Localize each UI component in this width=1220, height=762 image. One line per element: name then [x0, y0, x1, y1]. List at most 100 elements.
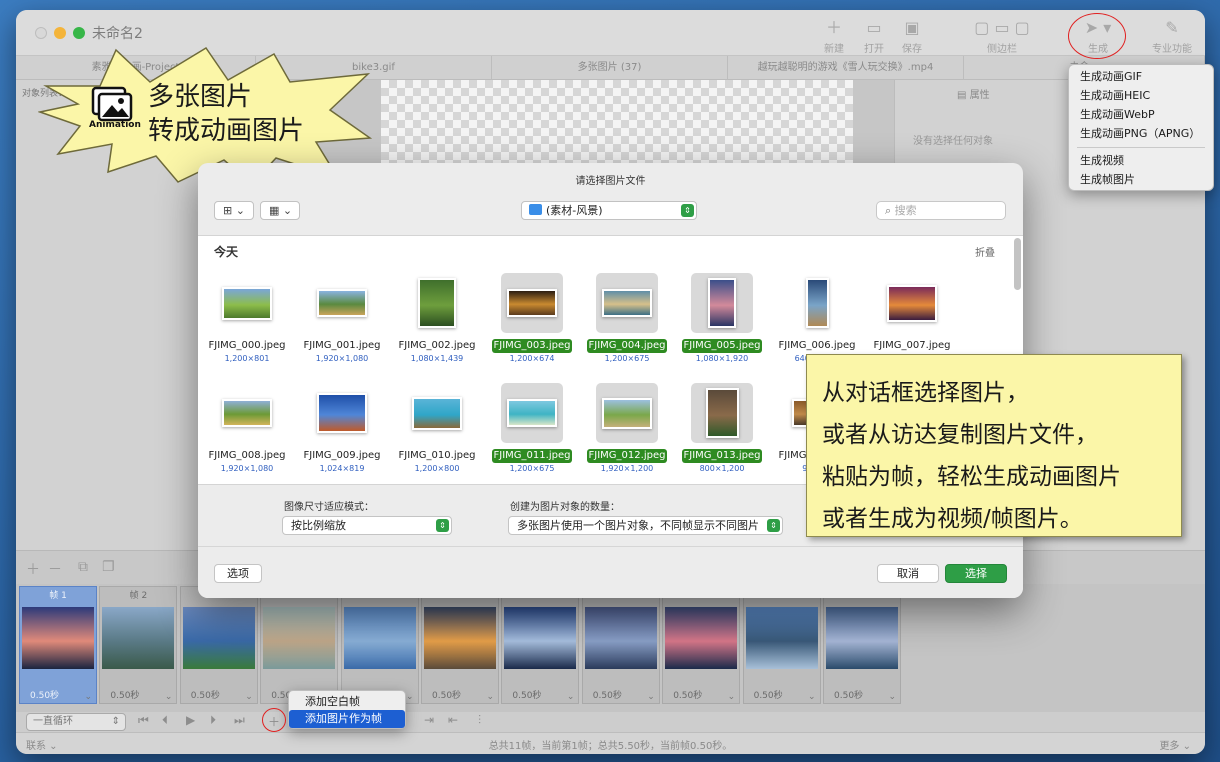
frame-strip: 帧 1 0.50秒 ⌄ 帧 2 0.50秒 ⌄ 0.50秒 ⌄ 0.50秒 ⌄ 0.50秒 ⌄ 0.50…: [16, 584, 1205, 712]
menu-item-gif[interactable]: 生成动画GIF: [1069, 68, 1213, 86]
open-button[interactable]: ▭ 打开: [859, 18, 889, 55]
frame-label: 帧 1: [49, 591, 67, 601]
object-count-select[interactable]: 多张图片使用一个图片对象，不同帧显示不同图片 ⇕: [508, 516, 783, 535]
file-item[interactable]: FJIMG_009.jpeg 1,024×819: [296, 383, 388, 474]
file-dimensions: 1,920×1,080: [220, 464, 274, 473]
updown-icon: ⇕: [436, 519, 449, 532]
tab-multi-images[interactable]: 多张图片 (37): [492, 56, 728, 80]
file-dimensions: 800×1,200: [699, 464, 745, 473]
no-selection-text: 没有选择任何对象: [913, 136, 993, 147]
menu-item-frames[interactable]: 生成帧图片: [1069, 171, 1213, 189]
loop-select[interactable]: 一直循环 ⇕: [26, 713, 126, 731]
menu-item-webp[interactable]: 生成动画WebP: [1069, 106, 1213, 124]
minimize-button[interactable]: [54, 27, 66, 39]
duplicate-icon[interactable]: ⧉: [78, 559, 88, 575]
chevron-down-icon[interactable]: ⌄: [808, 692, 816, 702]
menu-item-video[interactable]: 生成视频: [1069, 152, 1213, 170]
cancel-button[interactable]: 取消: [877, 564, 939, 583]
section-today: 今天: [214, 245, 239, 259]
zoom-button[interactable]: [73, 27, 85, 39]
chevron-down-icon[interactable]: ⌄: [245, 692, 253, 702]
frame-item[interactable]: 0.50秒⌄: [501, 586, 580, 704]
file-item[interactable]: FJIMG_010.jpeg 1,200×800: [391, 383, 483, 474]
tab-game-video[interactable]: 越玩越聪明的游戏《雪人玩交换》.mp4: [728, 56, 964, 80]
close-button[interactable]: [35, 27, 47, 39]
file-thumbnail-box: [691, 273, 753, 333]
collapse-link[interactable]: 折叠: [975, 244, 995, 259]
path-select[interactable]: (素材-风景) ⇕: [521, 201, 697, 220]
chevron-down-icon[interactable]: ⌄: [486, 692, 494, 702]
new-button[interactable]: ＋ 新建: [819, 18, 849, 55]
file-item[interactable]: FJIMG_004.jpeg 1,200×675: [581, 273, 673, 364]
file-dimensions: 1,024×819: [319, 464, 365, 473]
more-menu[interactable]: 更多 ⌄: [1159, 737, 1191, 752]
file-item[interactable]: FJIMG_012.jpeg 1,920×1,200: [581, 383, 673, 474]
menu-item-heic[interactable]: 生成动画HEIC: [1069, 87, 1213, 105]
file-item[interactable]: FJIMG_002.jpeg 1,080×1,439: [391, 273, 483, 364]
file-item[interactable]: FJIMG_005.jpeg 1,080×1,920: [676, 273, 768, 364]
frame-item[interactable]: 0.50秒⌄: [421, 586, 499, 704]
view-icons-button[interactable]: ⊞ ⌄: [214, 201, 254, 220]
chevron-down-icon[interactable]: ⌄: [888, 692, 896, 702]
file-item[interactable]: FJIMG_013.jpeg 800×1,200: [676, 383, 768, 474]
file-thumbnail: [317, 289, 367, 317]
prev-frame-icon[interactable]: ⏴: [162, 713, 168, 728]
group-button[interactable]: ▦ ⌄: [260, 201, 300, 220]
add-frame-icon[interactable]: ＋: [26, 559, 40, 579]
chevron-down-icon[interactable]: ⌄: [406, 692, 414, 702]
frame-item[interactable]: 0.50秒⌄: [823, 586, 901, 704]
file-name: FJIMG_006.jpeg: [778, 340, 856, 351]
file-name: FJIMG_003.jpeg: [491, 339, 573, 353]
chevron-down-icon[interactable]: ⌄: [567, 692, 575, 702]
file-name: FJIMG_013.jpeg: [681, 449, 763, 463]
frame-item[interactable]: 帧 1 0.50秒 ⌄: [19, 586, 97, 704]
chevron-down-icon[interactable]: ⌄: [165, 692, 173, 702]
frame-item[interactable]: 0.50秒 ⌄: [662, 586, 741, 704]
file-item[interactable]: FJIMG_008.jpeg 1,920×1,080: [201, 383, 293, 474]
frame-thumbnail: [826, 607, 898, 669]
chevron-down-icon[interactable]: ⌄: [728, 692, 736, 702]
file-item[interactable]: FJIMG_011.jpeg 1,200×675: [486, 383, 578, 474]
pro-button[interactable]: ✎ 专业功能: [1150, 18, 1194, 55]
play-icon[interactable]: ▶: [186, 713, 195, 727]
file-thumbnail-box: [691, 383, 753, 443]
move-frame-icon[interactable]: ⇥: [424, 713, 434, 727]
chevron-down-icon[interactable]: ⌄: [647, 692, 655, 702]
frame-item[interactable]: 0.50秒⌄: [742, 586, 821, 704]
frame-item[interactable]: 0.50秒⌄: [260, 586, 339, 704]
menu-item-add-images[interactable]: 添加图片作为帧: [289, 710, 405, 728]
file-item[interactable]: FJIMG_007.jpeg1,023×767: [866, 273, 958, 364]
first-frame-icon[interactable]: ⏮: [138, 713, 149, 728]
file-item[interactable]: FJIMG_001.jpeg 1,920×1,080: [296, 273, 388, 364]
properties-tab[interactable]: ▤ 属性: [957, 86, 990, 101]
split-icon[interactable]: ⫶: [478, 713, 481, 728]
remove-frame-icon[interactable]: －: [48, 559, 62, 579]
frame-item[interactable]: 帧 2 0.50秒 ⌄: [99, 586, 178, 704]
frame-duration: 0.50秒: [673, 691, 703, 701]
menu-item-apng[interactable]: 生成动画PNG（APNG）: [1069, 125, 1213, 143]
play-controls: 一直循环 ⇕ ⏮ ⏴ ▶ ⏵ ⏭ ＋ ⇥ ⇤ ⫶: [16, 712, 1205, 732]
frame-item[interactable]: 0.50秒⌄: [340, 586, 419, 704]
save-button[interactable]: ▣ 保存: [897, 18, 927, 55]
menu-item-add-blank[interactable]: 添加空白帧: [289, 693, 405, 711]
instruction-callout: 从对话框选择图片， 或者从访达复制图片文件， 粘贴为帧，轻松生成动画图片 或者生…: [806, 354, 1182, 537]
next-frame-icon[interactable]: ⏵: [210, 713, 216, 728]
frame-item[interactable]: 0.50秒⌄: [581, 586, 660, 704]
file-item[interactable]: FJIMG_006.jpeg640×1,385: [771, 273, 863, 364]
sidebar-label: 侧边栏: [987, 44, 1017, 55]
resize-mode-select[interactable]: 按比例缩放 ⇕: [282, 516, 452, 535]
search-input[interactable]: ⌕ 搜索: [876, 201, 1006, 220]
copy-icon[interactable]: ❐: [102, 559, 115, 575]
move-frame-end-icon[interactable]: ⇤: [448, 713, 458, 727]
grid-scrollbar[interactable]: [1014, 238, 1021, 290]
file-dimensions: 1,080×1,920: [695, 354, 749, 363]
frame-item[interactable]: 0.50秒⌄: [179, 586, 258, 704]
chevron-down-icon[interactable]: ⌄: [84, 692, 92, 702]
choose-button[interactable]: 选择: [945, 564, 1007, 583]
options-button[interactable]: 选项: [214, 564, 262, 583]
object-count-value: 多张图片使用一个图片对象，不同帧显示不同图片: [517, 519, 759, 532]
file-item[interactable]: FJIMG_003.jpeg 1,200×674: [486, 273, 578, 364]
last-frame-icon[interactable]: ⏭: [234, 713, 245, 728]
sidebar-button[interactable]: ▢ ▭ ▢ 侧边栏: [962, 18, 1042, 55]
file-item[interactable]: FJIMG_000.jpeg 1,200×801: [201, 273, 293, 364]
